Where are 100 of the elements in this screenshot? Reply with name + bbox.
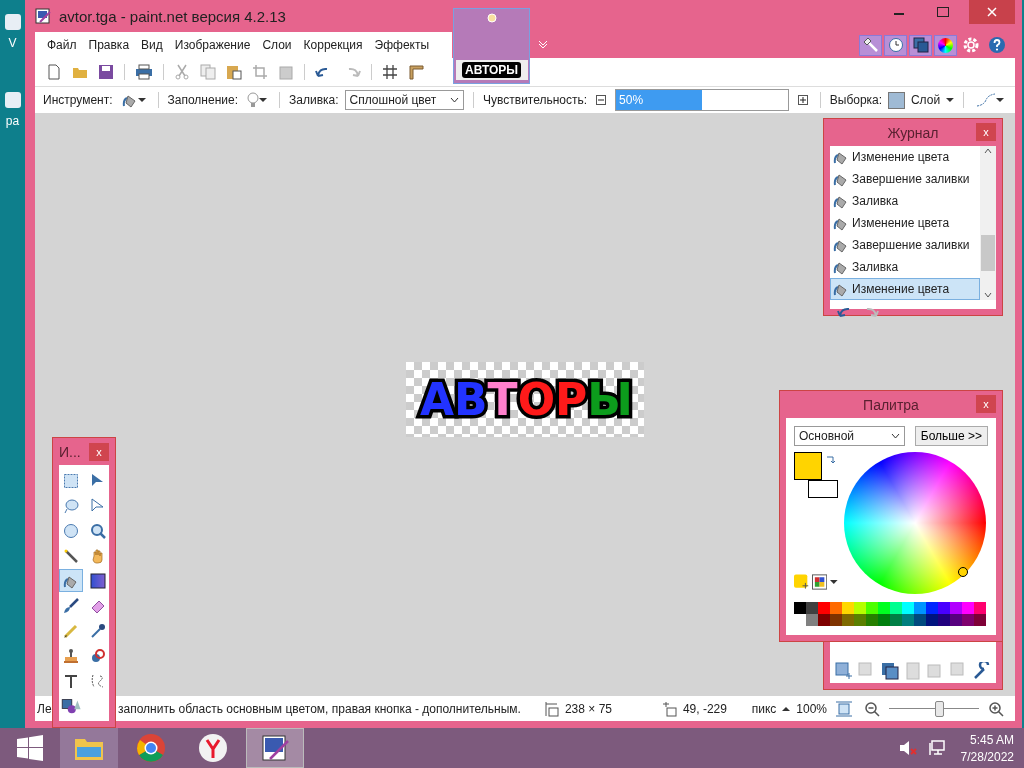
image-size: 238 × 75 <box>564 701 613 716</box>
status-hint: заполнить область основным цветом, правая кнопка - дополнительным. <box>118 701 521 716</box>
thumbnail-text: АВТОРЫ <box>462 62 521 78</box>
panel-toggle-button[interactable] <box>884 34 907 56</box>
secondary-color-swatch[interactable] <box>808 480 838 498</box>
paint-bucket-icon <box>833 171 849 187</box>
scissors-icon <box>174 64 190 80</box>
paint-app-icon[interactable] <box>260 733 290 763</box>
window-title: avtor.tga - paint.net версия 4.2.13 <box>59 7 286 25</box>
scrollbar[interactable] <box>980 146 996 300</box>
menu-item[interactable]: Файл <box>41 38 83 52</box>
menu-item[interactable]: Эффекты <box>368 38 436 52</box>
ruler-icon <box>408 64 424 80</box>
image-letter: Р <box>555 377 588 422</box>
network-icon[interactable] <box>926 739 945 757</box>
desktop-icon-label[interactable]: V <box>8 36 17 50</box>
taskbar-clock[interactable]: 5:45 AM 7/28/2022 <box>944 732 1024 764</box>
printer-icon <box>135 64 153 80</box>
duplicate-layer-icon[interactable] <box>880 662 899 680</box>
flood-mode-dropdown[interactable]: Сплошной цвет <box>344 90 465 110</box>
close-button[interactable]: x <box>976 395 996 413</box>
status-hint: Ле <box>37 701 51 716</box>
close-icon <box>987 7 997 17</box>
scrollbar-thumb[interactable] <box>981 235 995 271</box>
paint-bucket-icon <box>833 149 849 165</box>
history-item[interactable]: Изменение цвета <box>830 278 980 300</box>
history-item[interactable]: Завершение заливки <box>830 168 980 190</box>
hammer-icon <box>862 37 879 53</box>
scroll-up-icon[interactable] <box>984 148 992 154</box>
image-letter: О <box>517 377 556 422</box>
panel-toggle-button[interactable] <box>934 34 957 56</box>
menu-item[interactable]: Вид <box>135 38 169 52</box>
lightbulb-icon <box>247 92 259 108</box>
image-letter: В <box>454 377 488 422</box>
close-button[interactable]: x <box>976 123 996 141</box>
history-item[interactable]: Заливка <box>830 256 980 278</box>
menu-item[interactable]: Изображение <box>168 38 257 52</box>
y-letter-icon[interactable] <box>198 733 228 763</box>
history-item[interactable]: Заливка <box>830 190 980 212</box>
clipboard-icon <box>226 64 242 80</box>
clock-icon <box>887 37 904 53</box>
panel-title: Палитра <box>863 396 919 413</box>
chrome-icon[interactable] <box>136 733 166 763</box>
history-item[interactable]: Изменение цвета <box>830 146 980 168</box>
copy-icon <box>200 64 216 80</box>
units-label[interactable]: пикс <box>751 701 777 716</box>
gear-icon <box>962 36 980 54</box>
menu-item[interactable]: Коррекция <box>297 38 369 52</box>
taskbar-app-button[interactable] <box>246 728 304 768</box>
panel-toggle-button[interactable] <box>909 34 932 56</box>
color-wheel-marker[interactable] <box>958 567 968 577</box>
image-letter: Т <box>487 377 518 422</box>
zoom-out-icon <box>864 700 880 717</box>
fill-picker[interactable] <box>244 92 270 108</box>
tolerance-value: 50% <box>619 93 644 107</box>
palette-icon[interactable] <box>812 574 828 590</box>
caret-icon <box>996 97 1004 103</box>
add-color-icon[interactable] <box>794 574 810 590</box>
history-item[interactable]: Изменение цвета <box>830 212 980 234</box>
speaker-muted-icon[interactable] <box>898 740 917 756</box>
caret-icon <box>830 579 838 585</box>
more-button[interactable]: Больше >> <box>914 426 988 446</box>
caret-icon <box>137 97 146 103</box>
app-icon <box>35 8 51 24</box>
scroll-down-icon[interactable] <box>984 292 992 298</box>
palette-swatches[interactable] <box>794 602 988 626</box>
desktop-icon-label[interactable]: ра <box>5 114 20 128</box>
chevron-down-icon[interactable] <box>538 39 548 49</box>
image-thumbnail-tab[interactable]: АВТОРЫ <box>453 8 530 84</box>
menu-item[interactable]: Правка <box>82 38 136 52</box>
paint-bucket-icon <box>833 215 849 231</box>
sampling-label: Выборка: <box>829 93 883 107</box>
sampling-value[interactable]: Слой <box>910 93 941 107</box>
menu-item[interactable]: Слои <box>256 38 298 52</box>
close-button[interactable]: x <box>89 442 109 461</box>
crop-icon <box>252 64 268 80</box>
curve-icon <box>976 93 996 107</box>
history-item[interactable]: Завершение заливки <box>830 234 980 256</box>
cursor-position: 49, -229 <box>682 701 727 716</box>
image-size-icon <box>544 700 559 717</box>
help-icon <box>988 36 1006 54</box>
grid-icon <box>382 64 398 80</box>
zoom-slider-thumb[interactable] <box>934 700 944 717</box>
primary-color-swatch[interactable] <box>794 452 822 480</box>
flood-mode-label: Заливка: <box>289 93 339 107</box>
panel-toggle-button[interactable] <box>859 34 882 56</box>
caret-icon <box>259 97 267 103</box>
image-letter: Ы <box>587 377 633 422</box>
windows-logo-icon <box>17 735 43 761</box>
plus-box-icon <box>797 95 808 105</box>
caret-up-icon[interactable] <box>782 705 791 712</box>
layer-swatch <box>888 91 905 109</box>
fit-icon <box>836 700 852 717</box>
paint-bucket-icon <box>833 259 849 275</box>
add-layer-icon[interactable] <box>834 662 853 680</box>
swap-icon[interactable] <box>825 455 835 465</box>
zoom-value: 100% <box>796 701 827 716</box>
paint-bucket-icon <box>121 92 138 108</box>
color-mode-dropdown[interactable]: Основной <box>794 426 905 446</box>
panel-title: И... <box>59 443 81 460</box>
